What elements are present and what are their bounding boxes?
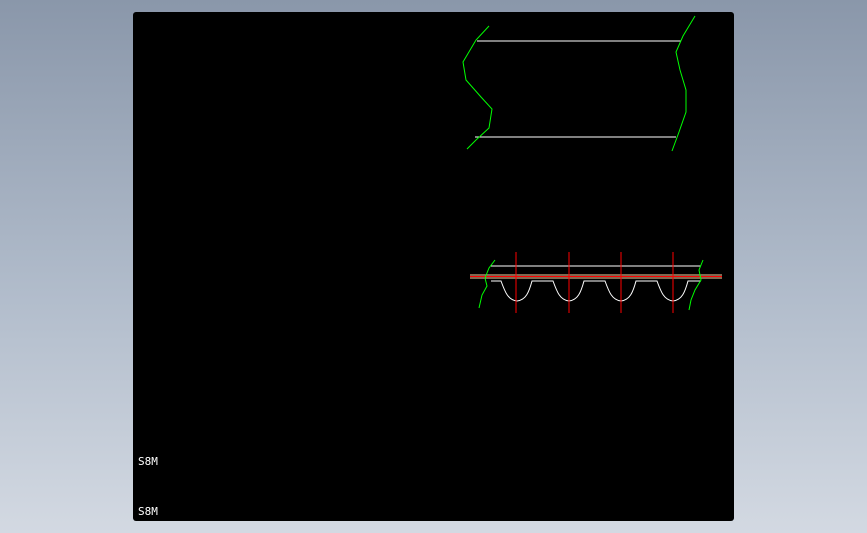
cad-drawing: S8M S8M	[138, 15, 722, 518]
belt-type-label-lower: S8M	[138, 505, 158, 518]
section-right-break-line	[688, 259, 704, 311]
left-break-line	[462, 25, 493, 150]
cad-viewport[interactable]: S8M S8M	[133, 12, 734, 521]
section-left-break-line	[478, 259, 496, 309]
tooth-profile-outline	[491, 280, 701, 302]
tooth-profile-section	[470, 252, 722, 313]
belt-side-view	[462, 15, 696, 152]
belt-type-label-upper: S8M	[138, 455, 158, 468]
right-break-line	[671, 15, 696, 152]
